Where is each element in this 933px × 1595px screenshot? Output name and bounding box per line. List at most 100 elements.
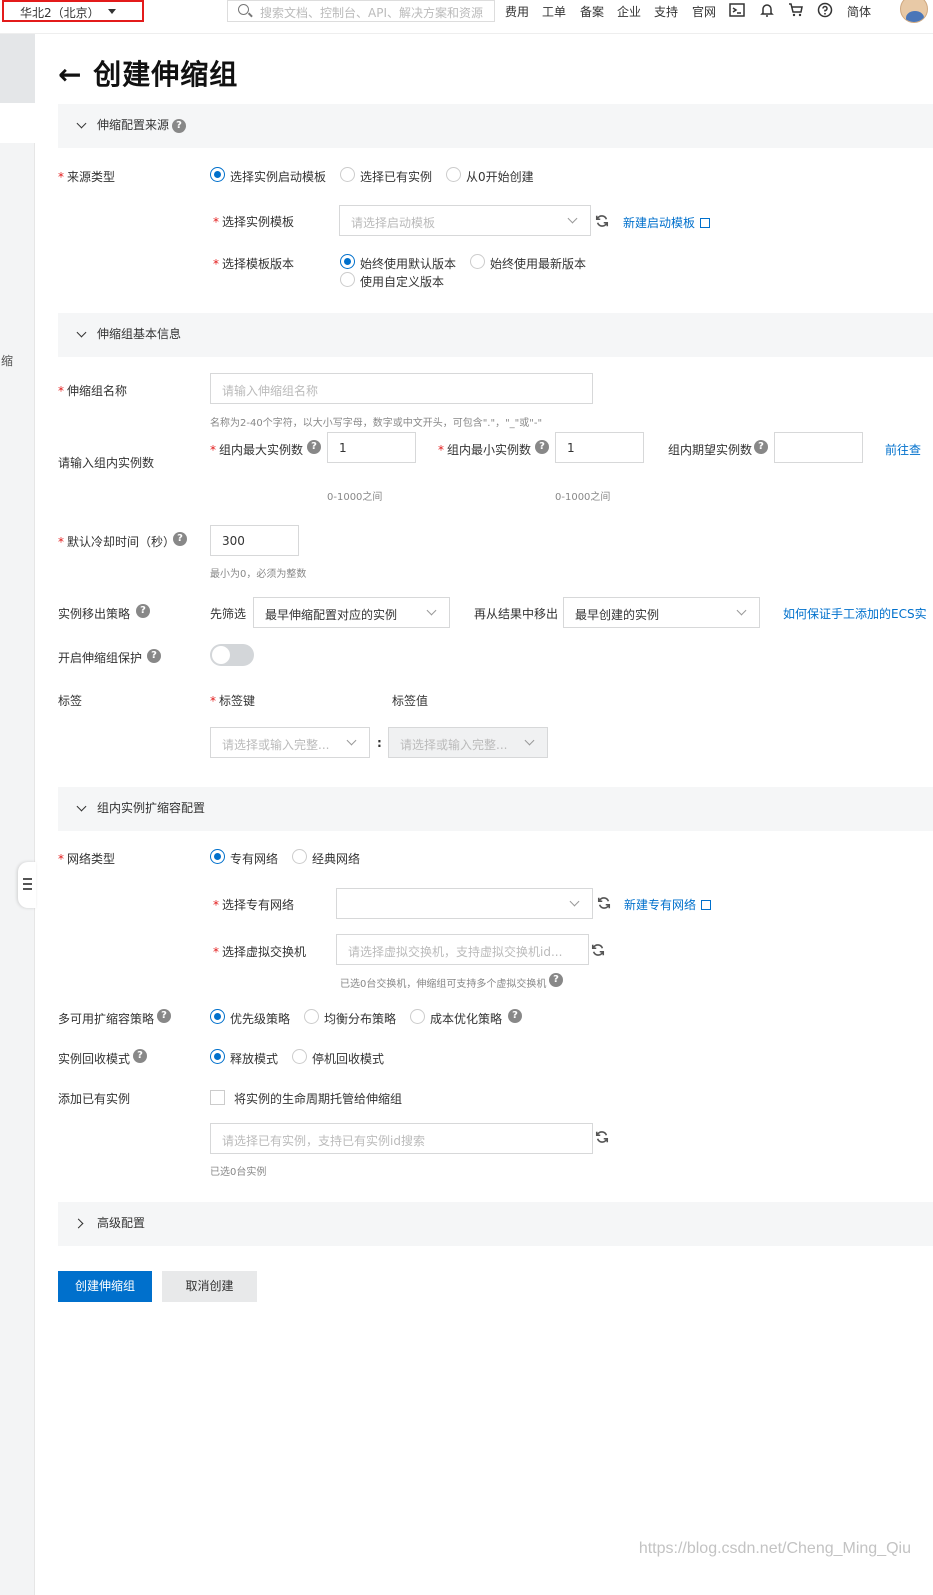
radio-policy-priority[interactable] [210,1009,225,1024]
help-icon[interactable]: ? [147,649,161,663]
nav-tickets[interactable]: 工单 [542,3,566,20]
page-title[interactable]: ← 创建伸缩组 [58,53,238,93]
vpc-label: * 选择专有网络 [213,898,295,912]
recycle-mode-label: 实例回收模式 [58,1052,131,1066]
help-icon[interactable]: ? [535,440,549,454]
new-vpc-link[interactable]: 新建专有网络 [624,896,712,913]
tag-value-select[interactable]: 请选择或输入完整... [388,727,548,758]
existing-instances-select[interactable]: 请选择已有实例，支持已有实例id搜索 [210,1123,593,1154]
radio-policy-cost[interactable] [410,1009,425,1024]
terminal-icon[interactable] [729,2,745,18]
radio-source-template[interactable] [210,167,225,182]
max-instances-input[interactable]: 1 [327,432,416,463]
radio-label: 始终使用最新版本 [490,257,587,271]
select-value: 最早创建的实例 [575,608,660,622]
view-more-link[interactable]: 前往查 [885,441,921,458]
select-value: 最早伸缩配置对应的实例 [265,608,398,622]
help-icon[interactable] [817,2,833,18]
new-template-link[interactable]: 新建启动模板 [623,214,711,231]
global-search[interactable]: 搜索文档、控制台、API、解决方案和资源 [227,0,495,22]
group-name-input[interactable]: 请输入伸缩组名称 [210,373,593,404]
section-scaling-source[interactable]: 伸缩配置来源 ? [58,104,933,148]
help-icon[interactable]: ? [136,604,150,618]
nav-billing[interactable]: 费用 [505,3,529,20]
radio-network-vpc[interactable] [210,849,225,864]
help-icon[interactable]: ? [173,532,187,546]
help-icon[interactable]: ? [172,119,186,133]
radio-version-custom[interactable] [340,272,355,287]
section-advanced[interactable]: 高级配置 [58,1202,933,1246]
chevron-down-icon [569,896,580,907]
filter-label: 先筛选 [210,607,247,621]
tag-key-select[interactable]: 请选择或输入完整... [210,727,370,758]
help-icon[interactable]: ? [157,1009,171,1023]
input-value: 1 [339,441,347,455]
bell-icon[interactable] [759,2,775,18]
protection-label: 开启伸缩组保护 [58,651,143,665]
cooldown-label: * 默认冷却时间（秒） [58,535,176,549]
radio-version-default[interactable] [340,254,355,269]
vpc-select[interactable] [336,888,593,919]
nav-website[interactable]: 官网 [692,3,716,20]
create-group-button[interactable]: 创建伸缩组 [58,1271,152,1302]
menu-icon [23,878,32,880]
radio-recycle-stop[interactable] [292,1049,307,1064]
help-icon[interactable]: ? [307,440,321,454]
section-title: 伸缩配置来源 [97,118,170,132]
user-avatar[interactable] [900,0,928,23]
help-icon[interactable]: ? [549,973,563,987]
language-switch[interactable]: 简体 [847,3,871,20]
radio-label: 使用自定义版本 [360,275,445,289]
min-instances-input[interactable]: 1 [555,432,644,463]
tag-value-label: 标签值 [392,694,429,708]
select-placeholder: 请选择或输入完整... [400,738,508,752]
region-label: 华北2（北京） [20,6,100,20]
lifecycle-checkbox[interactable] [210,1090,225,1105]
refresh-icon[interactable] [597,896,611,910]
radio-label: 经典网络 [312,852,361,866]
radio-label: 从0开始创建 [466,170,534,184]
region-selector[interactable]: 华北2（北京） [2,0,144,22]
sidebar-toggle[interactable] [18,862,36,908]
help-icon[interactable]: ? [133,1049,147,1063]
section-scaling-config[interactable]: 组内实例扩缩容配置 [58,787,933,831]
removal-filter-select[interactable]: 最早伸缩配置对应的实例 [253,597,450,628]
radio-policy-balanced[interactable] [304,1009,319,1024]
refresh-icon[interactable] [591,943,605,957]
radio-network-classic[interactable] [292,849,307,864]
vswitch-select[interactable]: 请选择虚拟交换机，支持虚拟交换机id... [336,934,589,965]
radio-recycle-release[interactable] [210,1049,225,1064]
radio-label: 优先级策略 [230,1012,291,1026]
protection-toggle[interactable] [210,644,254,666]
radio-version-latest[interactable] [470,254,485,269]
cancel-button[interactable]: 取消创建 [162,1271,257,1302]
radio-source-scratch[interactable] [446,167,461,182]
radio-label: 成本优化策略 [430,1012,503,1026]
watermark: https://blog.csdn.net/Cheng_Ming_Qiu [638,1540,911,1557]
select-placeholder: 请选择虚拟交换机，支持虚拟交换机id... [348,945,563,959]
removal-then-select[interactable]: 最早创建的实例 [563,597,760,628]
ecs-help-link[interactable]: 如何保证手工添加的ECS实 [783,605,927,622]
existing-instances-label: 添加已有实例 [58,1092,131,1106]
refresh-icon[interactable] [595,1130,609,1144]
cooldown-input[interactable]: 300 [210,525,299,556]
help-icon[interactable]: ? [754,440,768,454]
nav-enterprise[interactable]: 企业 [617,3,641,20]
radio-source-existing[interactable] [340,167,355,182]
tag-separator: : [377,736,382,750]
refresh-icon[interactable] [595,214,609,228]
source-type-label: * 来源类型 [58,170,116,184]
section-basic-info[interactable]: 伸缩组基本信息 [58,313,933,357]
tags-label: 标签 [58,694,83,708]
nav-support[interactable]: 支持 [654,3,678,20]
nav-icp[interactable]: 备案 [580,3,604,20]
chevron-down-icon [76,118,87,129]
help-icon[interactable]: ? [508,1009,522,1023]
menu-icon-line [23,883,32,885]
desired-instances-input[interactable] [774,432,863,463]
then-remove-label: 再从结果中移出 [474,607,559,621]
cart-icon[interactable] [788,2,804,18]
template-select[interactable]: 请选择启动模板 [339,205,591,236]
chevron-down-icon [736,605,747,616]
caret-down-icon [108,9,116,14]
